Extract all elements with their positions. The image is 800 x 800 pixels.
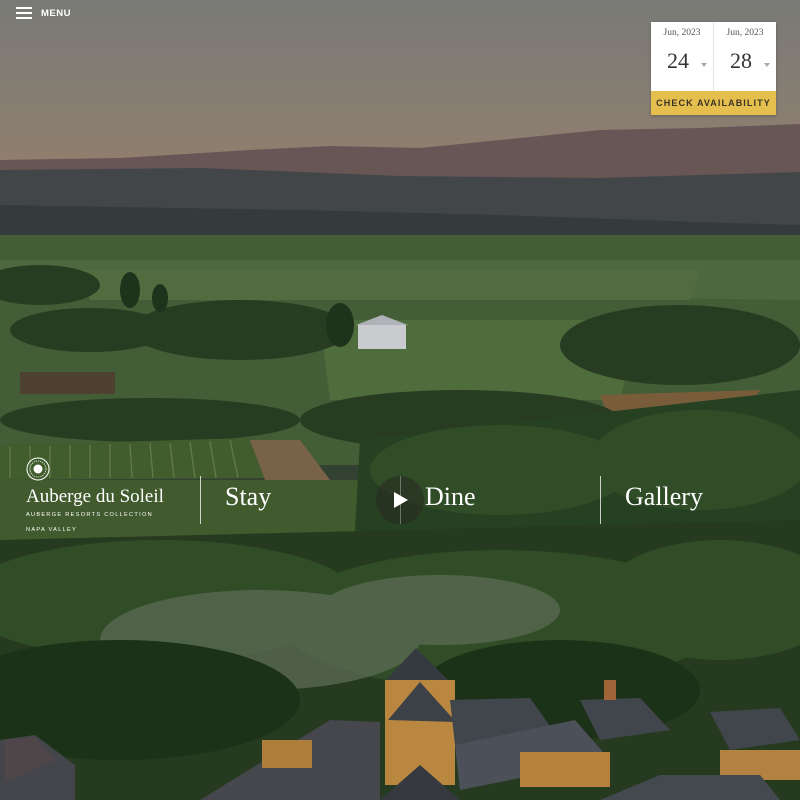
chevron-down-icon [764,63,770,67]
nav-divider [600,476,601,524]
menu-button[interactable]: MENU [16,7,71,20]
play-icon [394,492,408,508]
chevron-down-icon [701,63,707,67]
brand-logo[interactable]: Auberge du Soleil AUBERGE RESORTS COLLEC… [26,457,164,533]
checkout-date[interactable]: Jun, 2023 28 [713,22,776,91]
hamburger-icon [16,7,32,20]
checkin-month: Jun, 2023 [663,28,701,38]
nav-dine-link[interactable]: Dine [425,482,476,512]
nav-divider [200,476,201,524]
brand-region: NAPA VALLEY [26,527,78,533]
booking-widget: Jun, 2023 24 Jun, 2023 28 CHECK AVAILABI… [651,22,776,115]
brand-name: Auberge du Soleil [26,486,164,507]
hero-landscape [0,0,800,800]
check-availability-button[interactable]: CHECK AVAILABILITY [651,91,776,115]
brand-collection: AUBERGE RESORTS COLLECTION [26,512,153,518]
hero-video [0,0,800,800]
play-video-button[interactable] [376,476,424,524]
checkout-month: Jun, 2023 [726,28,764,38]
checkout-day: 28 [730,48,752,73]
nav-gallery-link[interactable]: Gallery [625,482,703,512]
checkin-date[interactable]: Jun, 2023 24 [651,22,713,91]
menu-label: MENU [41,8,71,19]
date-selector: Jun, 2023 24 Jun, 2023 28 [651,22,776,91]
checkin-day: 24 [667,48,689,73]
sun-emblem-icon [26,457,50,481]
nav-stay-link[interactable]: Stay [225,482,271,512]
